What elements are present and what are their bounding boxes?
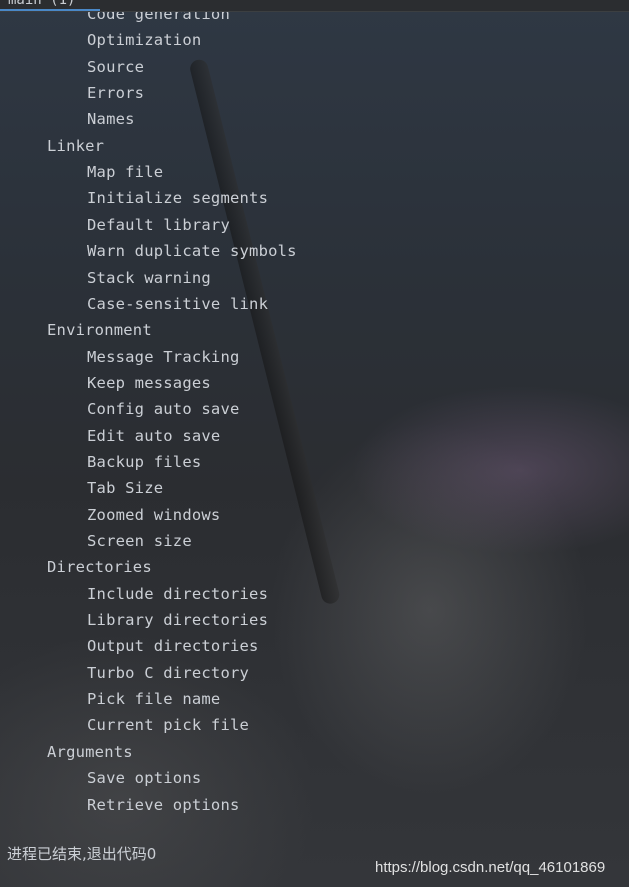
console-option-line: Output directories xyxy=(87,637,259,656)
console-option-line: Map file xyxy=(87,163,164,182)
console-option-line: Include directories xyxy=(87,584,269,603)
console-option-line: Screen size xyxy=(87,532,192,550)
run-tab[interactable]: main (1) xyxy=(0,0,100,11)
console-option-line: Current pick file xyxy=(87,716,250,735)
console-option-line: Warn duplicate symbols xyxy=(87,242,297,261)
console-option-line: Default library xyxy=(87,215,230,234)
console-option-line: Turbo C directory xyxy=(87,663,250,682)
console-section-heading: Arguments xyxy=(47,742,133,761)
console-option-line: Config auto save xyxy=(87,400,240,419)
console-option-line: Optimization xyxy=(87,31,202,50)
console-option-line: Names xyxy=(87,110,135,129)
console-option-line: Errors xyxy=(87,84,145,103)
console-option-line: Stack warning xyxy=(87,268,211,287)
console-option-line: Case-sensitive link xyxy=(87,294,269,313)
watermark: https://blog.csdn.net/qq_46101869 xyxy=(375,859,606,876)
console-option-line: Zoomed windows xyxy=(87,505,221,524)
console-option-line: Message Tracking xyxy=(87,347,240,366)
console-option-line: Keep messages xyxy=(87,373,211,392)
run-tab-bar: main (1) xyxy=(0,0,629,12)
console-option-line: Source xyxy=(87,57,145,76)
console-option-line: Edit auto save xyxy=(87,426,221,445)
console-option-line: Library directories xyxy=(87,611,269,630)
console-section-heading: Directories xyxy=(47,558,152,577)
console-option-line: Save options xyxy=(87,769,202,788)
console-output: Code generation Optimization Source Errors N… xyxy=(0,0,629,887)
console-option-line: Retrieve options xyxy=(87,795,240,814)
console-section-heading: Linker xyxy=(47,136,105,155)
console-option-line: Initialize segments xyxy=(87,189,269,208)
run-tab-label: main (1) xyxy=(8,0,76,8)
console-option-line: Pick file name xyxy=(87,690,221,709)
console-option-line: Backup files xyxy=(87,452,202,471)
console-option-line: Tab Size xyxy=(87,479,164,498)
console-section-heading: Environment xyxy=(47,321,152,340)
